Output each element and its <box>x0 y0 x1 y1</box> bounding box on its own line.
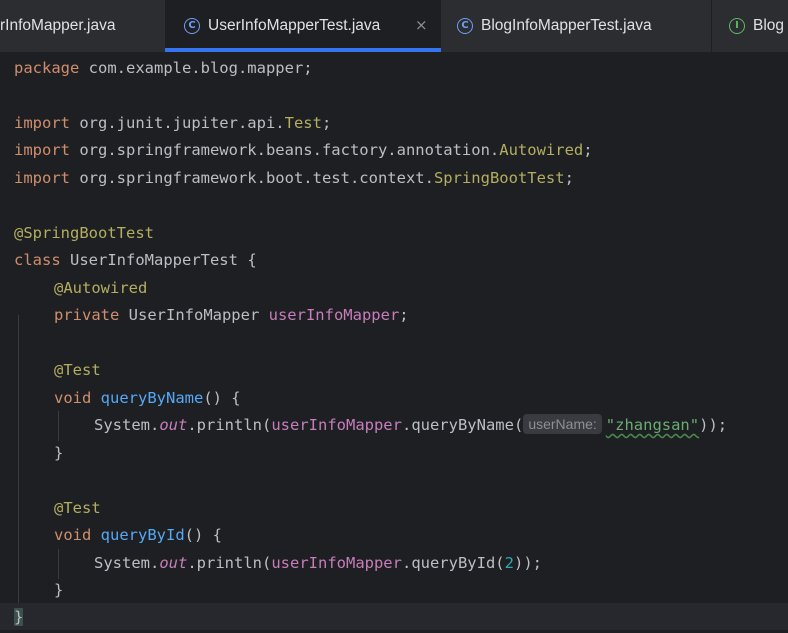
code-line-7: @SpringBootTest <box>14 224 154 242</box>
class-icon: C <box>457 18 473 34</box>
active-tab-indicator <box>165 48 441 52</box>
code-line-17: @Test <box>54 499 101 517</box>
code-line-13: void queryByName() { <box>54 389 241 407</box>
code-line-1: package com.example.blog.mapper; <box>14 59 313 77</box>
code-line-3: import org.junit.jupiter.api.Test; <box>14 114 332 132</box>
tab-userinfomappertest[interactable]: C UserInfoMapperTest.java × <box>165 0 441 52</box>
code-line-4: import org.springframework.beans.factory… <box>14 141 593 159</box>
current-line-highlight <box>0 603 788 630</box>
tab-label: rInfoMapper.java <box>0 17 116 34</box>
close-icon[interactable]: × <box>415 16 428 34</box>
indent-guide <box>58 411 59 441</box>
code-line-12: @Test <box>54 361 101 379</box>
tab-label: BlogInfoMapperTest.java <box>481 17 652 34</box>
code-line-18: void queryById() { <box>54 526 222 544</box>
code-line-19: System.out.println(userInfoMapper.queryB… <box>94 554 542 572</box>
parameter-hint: userName: <box>523 414 602 434</box>
tab-bloginfomappertest[interactable]: C BlogInfoMapperTest.java <box>441 0 711 52</box>
editor-tab-bar: rInfoMapper.java C UserInfoMapperTest.ja… <box>0 0 788 53</box>
class-icon: C <box>184 18 200 34</box>
tab-userinfomapper[interactable]: rInfoMapper.java <box>0 0 165 52</box>
code-line-20: } <box>54 581 64 599</box>
tab-label: Blog <box>753 17 785 34</box>
indent-guide <box>58 549 59 579</box>
tab-label: UserInfoMapperTest.java <box>208 17 381 34</box>
code-line-14: System.out.println(userInfoMapper.queryB… <box>94 414 728 434</box>
code-line-10: private UserInfoMapper userInfoMapper; <box>54 306 409 324</box>
code-line-8: class UserInfoMapperTest { <box>14 251 257 269</box>
code-line-5: import org.springframework.boot.test.con… <box>14 169 574 187</box>
indent-guide <box>18 315 19 603</box>
code-editor[interactable]: package com.example.blog.mapper; import … <box>0 53 788 633</box>
code-line-21: } <box>14 608 24 626</box>
code-line-15: } <box>54 444 64 462</box>
tab-blog[interactable]: I Blog <box>711 0 788 52</box>
code-line-9: @Autowired <box>54 279 148 297</box>
interface-icon: I <box>729 18 745 34</box>
